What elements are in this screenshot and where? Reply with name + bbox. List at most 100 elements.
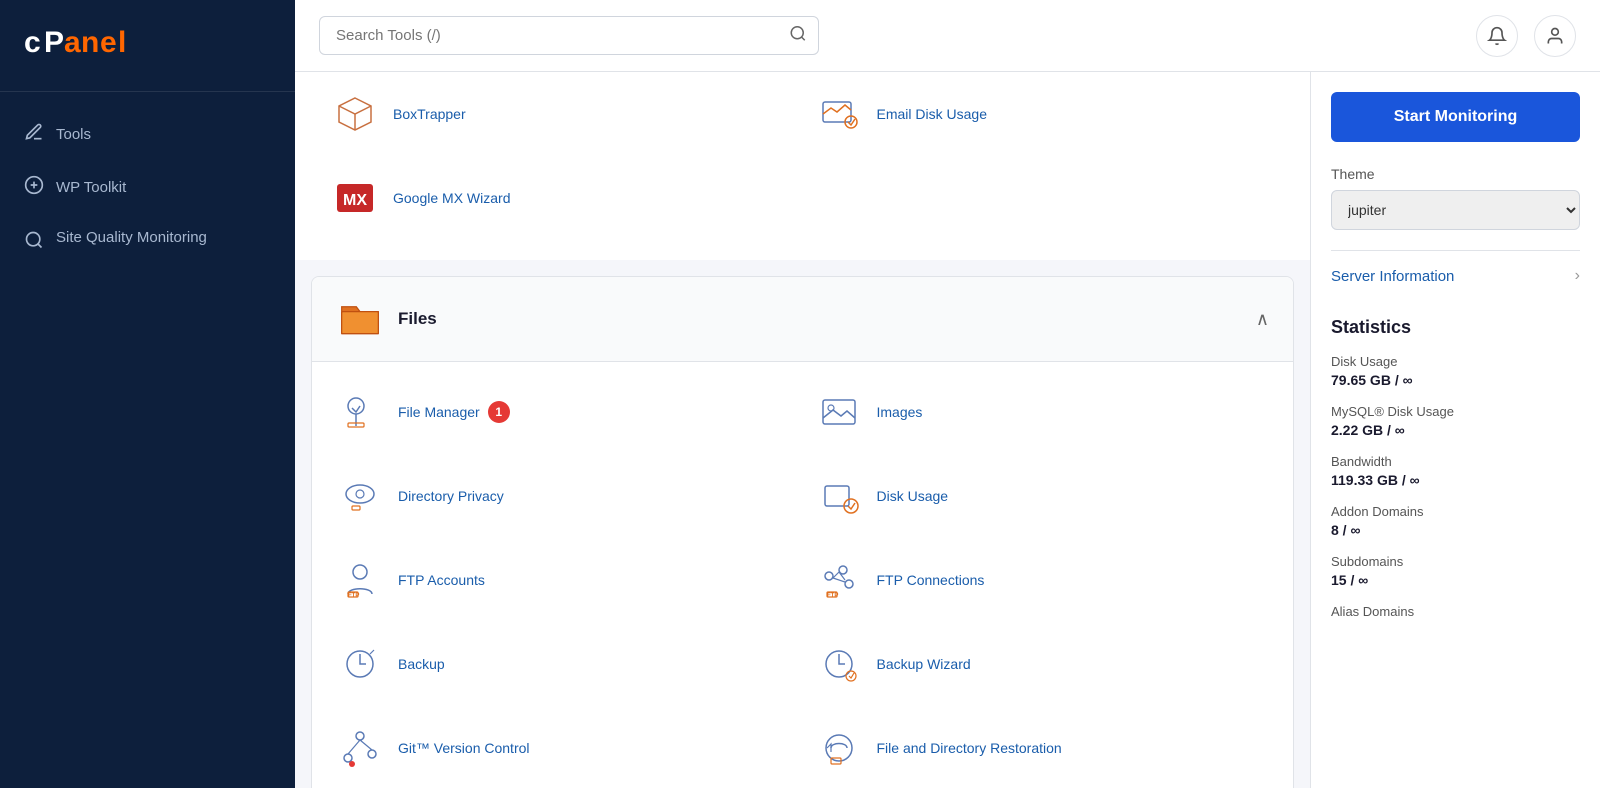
right-panel: Start Monitoring Theme jupiter paper_lan… bbox=[1310, 72, 1600, 788]
stat-subdomains-value: 15 / ∞ bbox=[1331, 572, 1580, 588]
topbar-actions bbox=[1476, 15, 1576, 57]
tool-directory-privacy[interactable]: Directory Privacy bbox=[324, 454, 803, 538]
server-info-arrow-icon: › bbox=[1575, 267, 1580, 285]
file-dir-restoration-icon bbox=[815, 724, 863, 772]
tool-file-dir-restoration[interactable]: File and Directory Restoration bbox=[803, 706, 1282, 788]
files-chevron-icon: ∧ bbox=[1256, 309, 1269, 330]
disk-usage-icon bbox=[815, 472, 863, 520]
tool-google-mx-wizard[interactable]: MX Google MX Wizard bbox=[319, 156, 803, 240]
ftp-connections-label: FTP Connections bbox=[877, 572, 985, 588]
file-dir-restoration-label: File and Directory Restoration bbox=[877, 740, 1062, 756]
notifications-button[interactable] bbox=[1476, 15, 1518, 57]
email-disk-usage-label: Email Disk Usage bbox=[877, 106, 987, 122]
search-box bbox=[319, 16, 819, 55]
email-items-grid: BoxTrapper Email Disk Usage bbox=[319, 72, 1286, 240]
cpanel-logo: c P a n e l bbox=[24, 20, 271, 67]
search-input[interactable] bbox=[319, 16, 819, 55]
stat-disk-usage-value: 79.65 GB / ∞ bbox=[1331, 372, 1580, 388]
file-manager-label-area: File Manager 1 bbox=[398, 401, 510, 423]
file-manager-badge: 1 bbox=[488, 401, 510, 423]
tool-git-version-control[interactable]: Git™ Version Control bbox=[324, 706, 803, 788]
tool-boxtrapper[interactable]: BoxTrapper bbox=[319, 72, 803, 156]
backup-label: Backup bbox=[398, 656, 445, 672]
sidebar-item-tools[interactable]: Tools bbox=[0, 108, 295, 161]
svg-text:a: a bbox=[64, 26, 81, 59]
stat-subdomains: Subdomains 15 / ∞ bbox=[1331, 554, 1580, 588]
file-manager-label: File Manager bbox=[398, 404, 480, 420]
backup-icon bbox=[336, 640, 384, 688]
images-icon bbox=[815, 388, 863, 436]
git-icon bbox=[336, 724, 384, 772]
tool-backup[interactable]: Backup bbox=[324, 622, 803, 706]
google-mx-icon: MX bbox=[331, 174, 379, 222]
svg-text:n: n bbox=[81, 26, 98, 59]
sidebar: c P a n e l Tools WP Toolkit S bbox=[0, 0, 295, 788]
svg-text:MX: MX bbox=[343, 192, 367, 209]
stat-bandwidth: Bandwidth 119.33 GB / ∞ bbox=[1331, 454, 1580, 488]
sidebar-item-wp-toolkit[interactable]: WP Toolkit bbox=[0, 161, 295, 214]
stat-bandwidth-value: 119.33 GB / ∞ bbox=[1331, 472, 1580, 488]
main-area: BoxTrapper Email Disk Usage bbox=[295, 0, 1600, 788]
svg-text:l: l bbox=[118, 26, 125, 59]
sidebar-logo-area: c P a n e l bbox=[0, 0, 295, 92]
ftp-connections-icon: FTP bbox=[815, 556, 863, 604]
tool-ftp-connections[interactable]: FTP FTP Connections bbox=[803, 538, 1282, 622]
backup-wizard-label: Backup Wizard bbox=[877, 656, 971, 672]
sqm-icon bbox=[24, 230, 44, 255]
tool-backup-wizard[interactable]: Backup Wizard bbox=[803, 622, 1282, 706]
stat-mysql-value: 2.22 GB / ∞ bbox=[1331, 422, 1580, 438]
tool-disk-usage[interactable]: Disk Usage bbox=[803, 454, 1282, 538]
files-section-header[interactable]: Files ∧ bbox=[312, 277, 1293, 362]
theme-select[interactable]: jupiter paper_lantern glass bbox=[1331, 190, 1580, 230]
sidebar-item-label-wp: WP Toolkit bbox=[56, 179, 126, 196]
search-button[interactable] bbox=[789, 24, 807, 47]
email-disk-usage-icon bbox=[815, 90, 863, 138]
svg-text:P: P bbox=[44, 26, 63, 59]
statistics-title: Statistics bbox=[1331, 317, 1580, 338]
stat-bandwidth-name: Bandwidth bbox=[1331, 454, 1580, 469]
topbar bbox=[295, 0, 1600, 72]
boxtrapper-icon bbox=[331, 90, 379, 138]
user-profile-button[interactable] bbox=[1534, 15, 1576, 57]
stat-mysql-name: MySQL® Disk Usage bbox=[1331, 404, 1580, 419]
stat-mysql-disk-usage: MySQL® Disk Usage 2.22 GB / ∞ bbox=[1331, 404, 1580, 438]
files-folder-icon bbox=[336, 295, 384, 343]
files-section: Files ∧ bbox=[311, 276, 1294, 788]
stat-disk-usage-name: Disk Usage bbox=[1331, 354, 1580, 369]
ftp-accounts-icon: FTP bbox=[336, 556, 384, 604]
stat-alias-name: Alias Domains bbox=[1331, 604, 1580, 619]
stat-disk-usage: Disk Usage 79.65 GB / ∞ bbox=[1331, 354, 1580, 388]
sidebar-item-label-sqm: Site Quality Monitoring bbox=[56, 228, 207, 248]
svg-text:FTP: FTP bbox=[827, 593, 838, 599]
center-panel: BoxTrapper Email Disk Usage bbox=[295, 72, 1310, 788]
tool-file-manager[interactable]: File Manager 1 bbox=[324, 370, 803, 454]
server-information-row[interactable]: Server Information › bbox=[1331, 250, 1580, 301]
file-manager-icon bbox=[336, 388, 384, 436]
boxtrapper-label: BoxTrapper bbox=[393, 106, 466, 122]
stat-addon-name: Addon Domains bbox=[1331, 504, 1580, 519]
start-monitoring-button[interactable]: Start Monitoring bbox=[1331, 92, 1580, 142]
sidebar-item-label-tools: Tools bbox=[56, 126, 91, 143]
svg-text:FTP: FTP bbox=[348, 593, 359, 599]
sidebar-nav: Tools WP Toolkit Site Quality Monitoring bbox=[0, 108, 295, 269]
directory-privacy-label: Directory Privacy bbox=[398, 488, 504, 504]
tool-images[interactable]: Images bbox=[803, 370, 1282, 454]
ftp-accounts-label: FTP Accounts bbox=[398, 572, 485, 588]
email-partial-section: BoxTrapper Email Disk Usage bbox=[295, 72, 1310, 260]
google-mx-label: Google MX Wizard bbox=[393, 190, 510, 206]
files-section-title: Files bbox=[398, 309, 437, 329]
svg-text:c: c bbox=[24, 26, 40, 59]
stat-alias-domains: Alias Domains bbox=[1331, 604, 1580, 619]
content-area: BoxTrapper Email Disk Usage bbox=[295, 72, 1600, 788]
tools-icon bbox=[24, 122, 44, 147]
images-label: Images bbox=[877, 404, 923, 420]
svg-text:e: e bbox=[100, 26, 116, 59]
backup-wizard-icon bbox=[815, 640, 863, 688]
theme-label: Theme bbox=[1331, 166, 1580, 182]
stat-addon-domains: Addon Domains 8 / ∞ bbox=[1331, 504, 1580, 538]
stat-subdomains-name: Subdomains bbox=[1331, 554, 1580, 569]
tool-email-disk-usage[interactable]: Email Disk Usage bbox=[803, 72, 1287, 156]
sidebar-item-site-quality[interactable]: Site Quality Monitoring bbox=[0, 214, 295, 269]
tool-ftp-accounts[interactable]: FTP FTP Accounts bbox=[324, 538, 803, 622]
wp-icon bbox=[24, 175, 44, 200]
